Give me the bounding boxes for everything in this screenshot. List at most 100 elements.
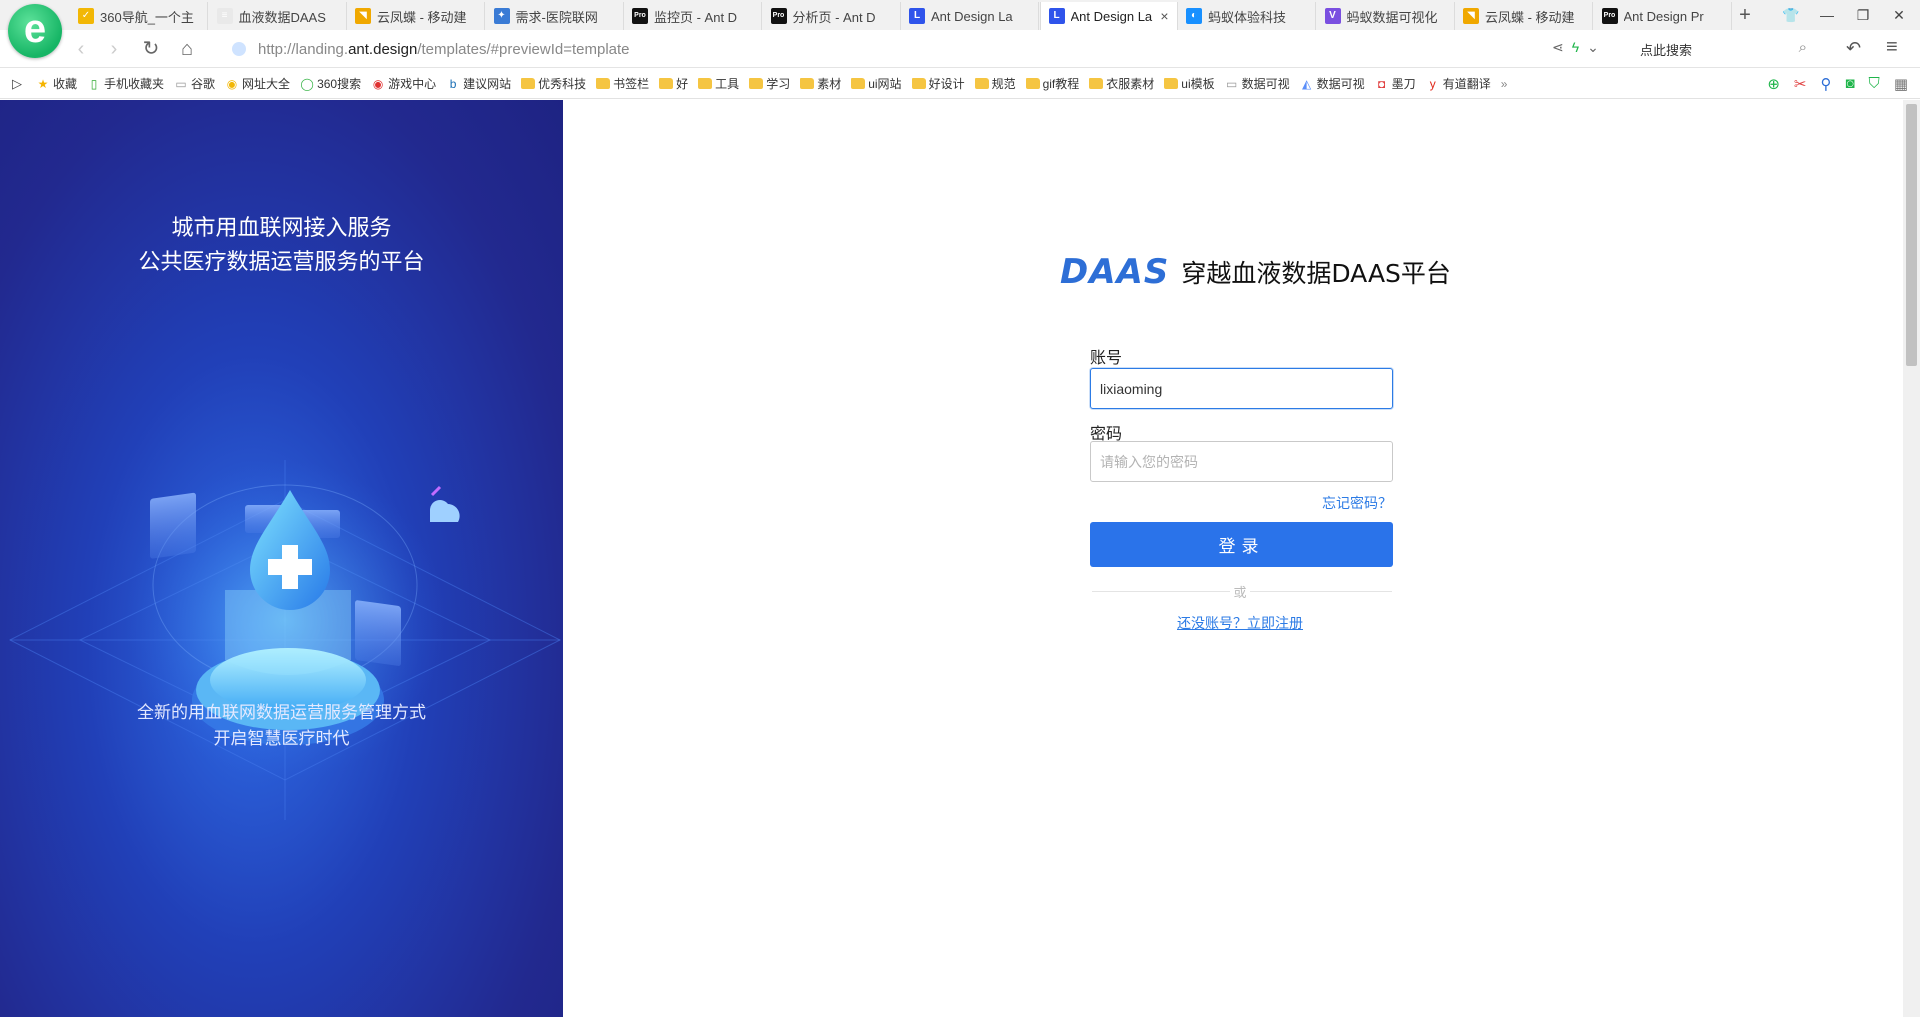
tab[interactable]: ◥ 云凤蝶 - 移动建 — [347, 2, 485, 30]
tab-favicon-icon: ✓ — [78, 8, 94, 24]
browser-logo-icon[interactable]: e — [8, 4, 62, 58]
tab[interactable]: Pro 监控页 - Ant D — [624, 2, 762, 30]
tab[interactable]: ≡ 血液数据DAAS — [209, 2, 347, 30]
bookmark-item[interactable]: ui模板 — [1164, 75, 1215, 92]
divider-text: 或 — [1230, 582, 1250, 601]
bookmark-item[interactable]: 工具 — [698, 75, 739, 92]
magnifier-icon[interactable]: ⚲ — [1820, 75, 1831, 93]
password-input[interactable] — [1090, 441, 1393, 482]
bookmark-label: 有道翻译 — [1442, 77, 1491, 91]
page-scrollbar[interactable] — [1903, 100, 1920, 1017]
bookmark-item[interactable]: 书签栏 — [596, 75, 649, 92]
bookmark-label: 手机收藏夹 — [104, 77, 165, 91]
chevron-down-icon[interactable]: ⌄ — [1587, 39, 1607, 55]
tab-favicon-icon: V — [1324, 8, 1341, 24]
forward-icon[interactable]: › — [103, 38, 125, 60]
share-icon[interactable]: ⋖ — [1552, 39, 1572, 55]
bookmark-item[interactable]: 学习 — [749, 75, 790, 92]
tab[interactable]: ◥ 云凤蝶 - 移动建 — [1455, 2, 1593, 30]
home-icon[interactable]: ⌂ — [176, 38, 198, 60]
bookmark-item[interactable]: 好 — [659, 75, 688, 92]
forgot-password-link[interactable]: 忘记密码？ — [1322, 493, 1392, 513]
address-bar[interactable]: http://landing. ant.design/templates/#pre… — [232, 36, 1512, 62]
register-link[interactable]: 还没账号？立即注册 — [1177, 613, 1303, 633]
tab-label: Ant Design La — [931, 8, 1013, 24]
shield-icon[interactable]: ⛉ — [1869, 75, 1880, 93]
bookmarks-list: ★ 收藏 ▯ 手机收藏夹 ▭ 谷歌 ◉ 网址大全 ◯ 360搜索 ◉ 游戏中心 b 建议网站 优秀科技 书签栏… — [36, 75, 1501, 92]
folder-icon — [659, 78, 674, 89]
bookmark-item[interactable]: 规范 — [974, 75, 1016, 92]
bookmark-label: gif教程 — [1042, 77, 1080, 91]
back-icon[interactable]: ‹ — [70, 38, 92, 60]
hero-footer-line2: 开启智慧医疗时代 — [213, 729, 350, 749]
antv-icon: ◭ — [1302, 76, 1312, 91]
account-input[interactable] — [1090, 368, 1393, 409]
bookmark-item[interactable]: ★ 收藏 — [36, 75, 77, 92]
tab-label: 云凤蝶 - 移动建 — [377, 9, 467, 25]
modao-icon: ◘ — [1378, 76, 1386, 91]
site-info-icon[interactable] — [232, 42, 246, 56]
speed-icon[interactable]: ϟ — [1572, 39, 1587, 55]
close-tab-icon[interactable]: × — [1160, 8, 1168, 24]
bookmark-item[interactable]: ◘ 墨刀 — [1375, 75, 1416, 92]
tab[interactable]: L Ant Design La × — [1039, 2, 1178, 30]
bookmark-label: 好设计 — [928, 77, 965, 91]
bookmark-item[interactable]: ◉ 网址大全 — [225, 75, 290, 92]
brand: DAAS 穿越血液数据DAAS平台 — [1060, 252, 1451, 292]
bookmark-item[interactable]: ui网站 — [851, 75, 902, 92]
tab-label: 血液数据DAAS — [238, 9, 326, 25]
game-icon: ◉ — [372, 76, 384, 91]
menu-icon[interactable]: ≡ — [1886, 36, 1898, 59]
sidebar-toggle-icon[interactable]: ▷ — [12, 76, 22, 92]
tab[interactable]: Pro Ant Design Pr — [1594, 2, 1732, 30]
bookmark-label: 收藏 — [53, 77, 78, 91]
folder-icon — [1025, 78, 1040, 89]
bookmark-item[interactable]: 优秀科技 — [521, 75, 586, 92]
bookmark-item[interactable]: y 有道翻译 — [1426, 75, 1491, 92]
tab-label: Ant Design La — [1070, 8, 1153, 24]
folder-icon — [698, 78, 713, 89]
bookmark-item[interactable]: ◯ 360搜索 — [300, 75, 361, 92]
bookmark-label: 书签栏 — [613, 77, 650, 91]
bookmark-item[interactable]: gif教程 — [1025, 75, 1080, 92]
search-box[interactable]: 点此搜索 ⌕ — [1630, 36, 1815, 62]
bookmark-item[interactable]: ◭ 数据可视 — [1300, 75, 1365, 92]
apps-icon[interactable]: ▦ — [1894, 75, 1908, 93]
bing-icon: b — [449, 76, 457, 91]
scrollbar-thumb[interactable] — [1906, 104, 1917, 366]
refresh-icon[interactable]: ↻ — [140, 38, 162, 60]
bookmark-item[interactable]: ▭ 数据可视 — [1225, 75, 1290, 92]
tab-favicon-icon: L — [909, 8, 925, 24]
bookmark-item[interactable]: b 建议网站 — [446, 75, 511, 92]
close-window-button[interactable]: ✕ — [1884, 4, 1914, 26]
browser-nav-bar: ‹ › ↻ ⌂ http://landing. ant.design/templa… — [0, 30, 1920, 68]
tab-label: 需求-医院联网 — [515, 9, 598, 25]
tab-favicon-icon: ◥ — [1463, 8, 1479, 24]
translate-icon[interactable]: ⊕ — [1767, 75, 1780, 93]
bookmark-item[interactable]: ▭ 谷歌 — [174, 75, 215, 92]
search-icon[interactable]: ⌕ — [1799, 39, 1807, 56]
bookmark-item[interactable]: ◉ 游戏中心 — [371, 75, 436, 92]
restore-button[interactable]: ❐ — [1848, 4, 1878, 26]
minimize-button[interactable]: — — [1812, 4, 1842, 26]
undo-icon[interactable]: ↶ — [1846, 38, 1861, 59]
bookmark-item[interactable]: 好设计 — [911, 75, 965, 92]
tab[interactable]: L Ant Design La — [901, 2, 1039, 30]
bookmark-label: 网址大全 — [242, 77, 291, 91]
scissors-icon[interactable]: ✂ — [1794, 75, 1807, 93]
tab[interactable]: ✦ 需求-医院联网 — [486, 2, 624, 30]
bookmark-label: 墨刀 — [1391, 77, 1416, 91]
tab-favicon-icon: ◐ — [1186, 8, 1202, 24]
bookmarks-more[interactable]: » — [1501, 77, 1508, 91]
tab[interactable]: Pro 分析页 - Ant D — [763, 2, 901, 30]
tab[interactable]: V 蚂蚁数据可视化 — [1317, 2, 1455, 30]
bookmark-item[interactable]: ▯ 手机收藏夹 — [87, 75, 164, 92]
bookmark-item[interactable]: 衣服素材 — [1089, 75, 1154, 92]
tab[interactable]: ✓ 360导航_一个主 — [70, 2, 208, 30]
gamepad-icon[interactable]: ◙ — [1845, 75, 1854, 93]
tab[interactable]: ◐ 蚂蚁体验科技 — [1178, 2, 1316, 30]
new-tab-button[interactable]: + — [1732, 4, 1758, 26]
bookmark-item[interactable]: 素材 — [800, 75, 841, 92]
login-button[interactable]: 登录 — [1090, 522, 1393, 567]
skin-icon[interactable]: 👕 — [1776, 4, 1806, 26]
